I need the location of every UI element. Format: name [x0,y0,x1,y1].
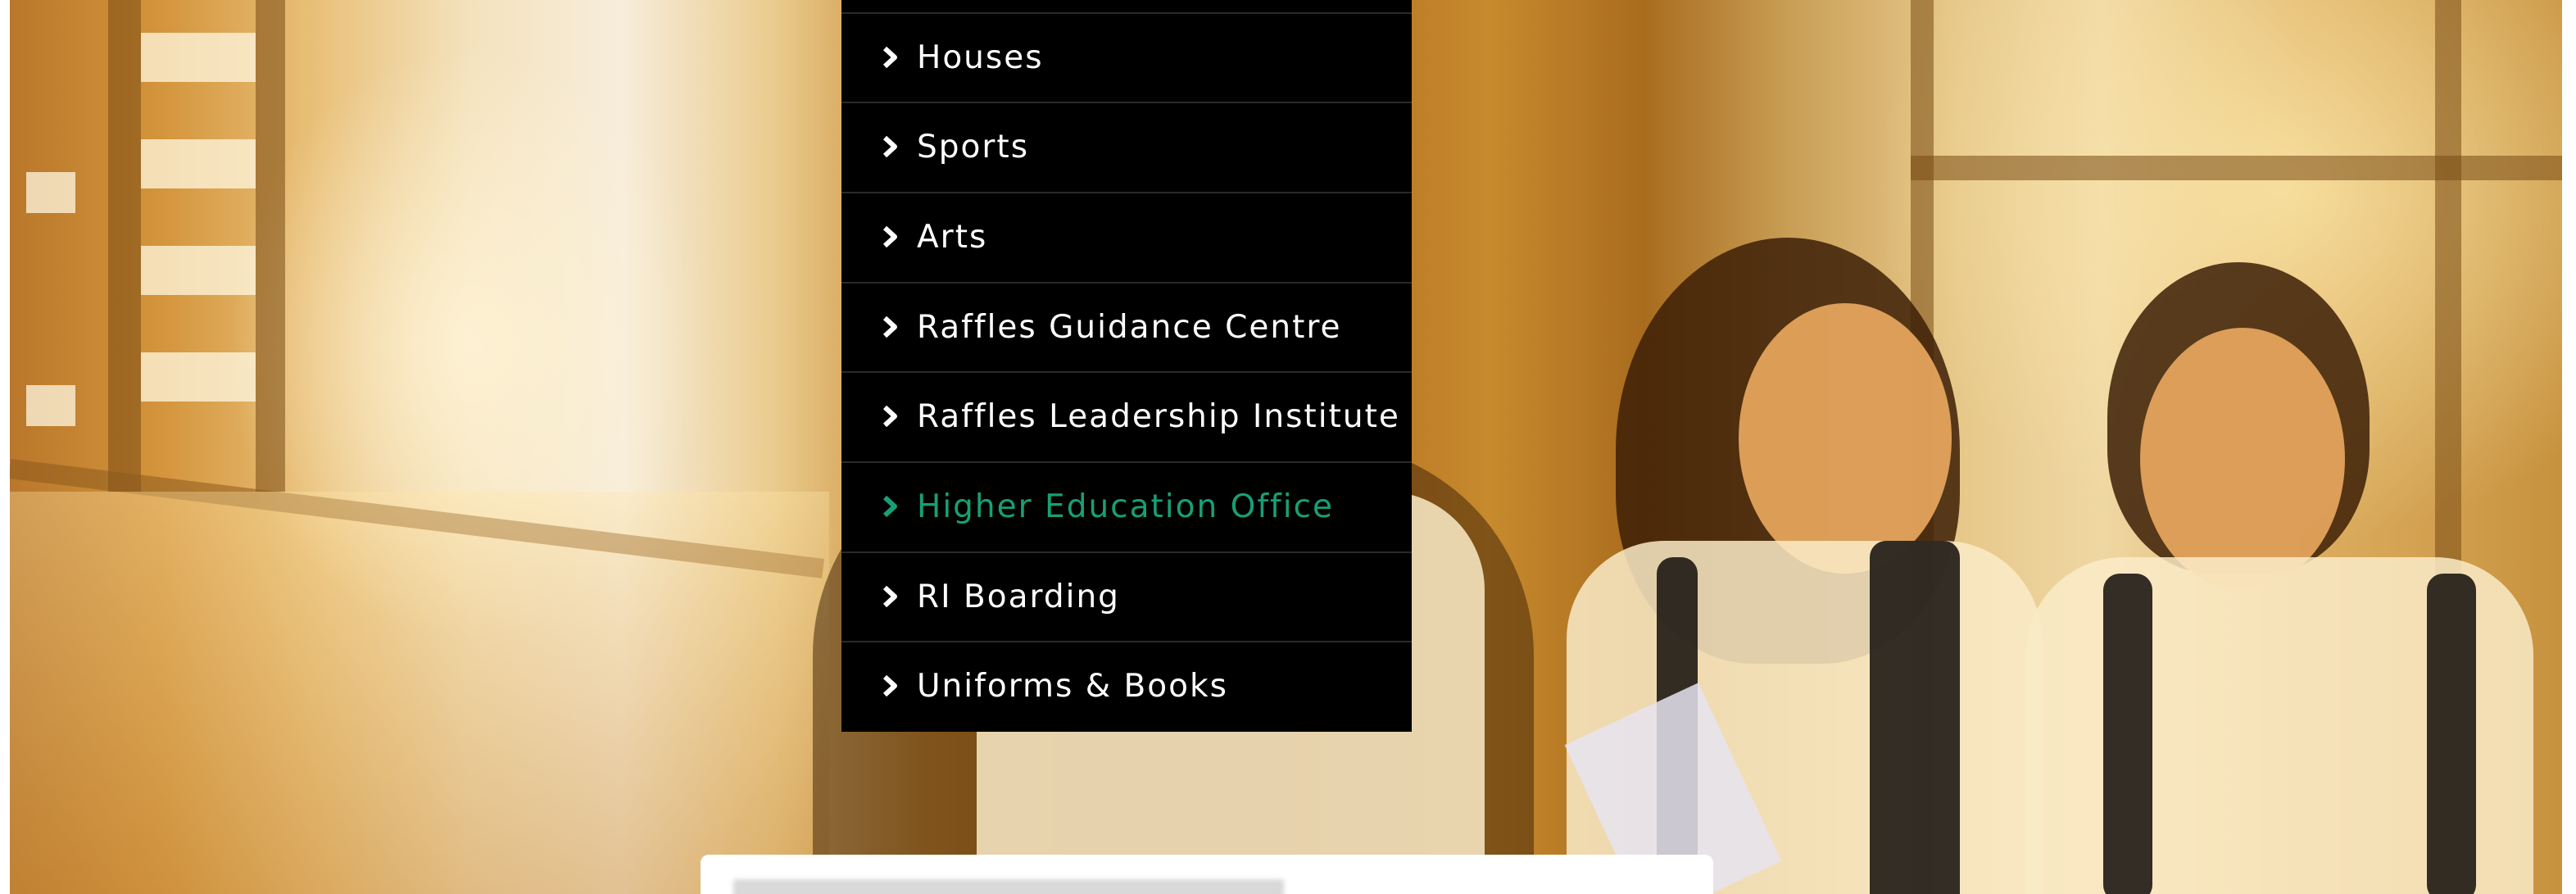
page: Houses Sports Arts Raffles Guidance Cent… [0,0,2576,894]
menu-item-raffles-guidance-centre[interactable]: Raffles Guidance Centre [841,282,1412,370]
menu-item-houses[interactable]: Houses [841,12,1412,101]
chevron-right-icon [879,226,900,247]
backpack-strap [2103,574,2152,894]
chevron-right-icon [879,136,900,157]
menu-item-label: Raffles Guidance Centre [917,308,1342,346]
menu-item-ri-boarding[interactable]: RI Boarding [841,551,1412,640]
building-pillar [256,0,285,492]
backpack-strap [1870,541,1960,894]
student-face [1739,303,1952,574]
dropdown-menu: Houses Sports Arts Raffles Guidance Cent… [841,0,1412,732]
menu-item-arts[interactable]: Arts [841,192,1412,280]
menu-item-raffles-leadership-institute[interactable]: Raffles Leadership Institute [841,371,1412,460]
glass-panel [10,492,829,894]
chevron-right-icon [879,406,900,427]
menu-item-label: Sports [917,128,1030,166]
building-window [26,385,75,426]
chevron-right-icon [879,675,900,697]
chevron-right-icon [879,316,900,338]
menu-item-label: Raffles Leadership Institute [917,397,1400,435]
menu-item-label: Arts [917,218,988,256]
student-face [2140,328,2345,590]
menu-item-label: Uniforms & Books [917,667,1228,705]
building-window [141,139,256,188]
building-window [26,172,75,213]
menu-item-higher-education-office[interactable]: Higher Education Office [841,461,1412,550]
building-window [141,246,256,295]
building-pillar [108,0,141,492]
menu-item-label: Houses [917,39,1044,76]
chevron-right-icon [879,47,900,68]
content-card [701,855,1713,894]
chevron-right-icon [879,586,900,607]
window-frame [1911,156,2562,180]
menu-item-sports[interactable]: Sports [841,102,1412,190]
chevron-right-icon [879,496,900,517]
menu-item-label: RI Boarding [917,578,1120,615]
menu-item-label: Higher Education Office [917,488,1335,525]
building-window [141,352,256,402]
card-heading-partial [733,879,1651,894]
building-window [141,33,256,82]
menu-item-uniforms-books[interactable]: Uniforms & Books [841,641,1412,729]
backpack-strap [2427,574,2476,894]
